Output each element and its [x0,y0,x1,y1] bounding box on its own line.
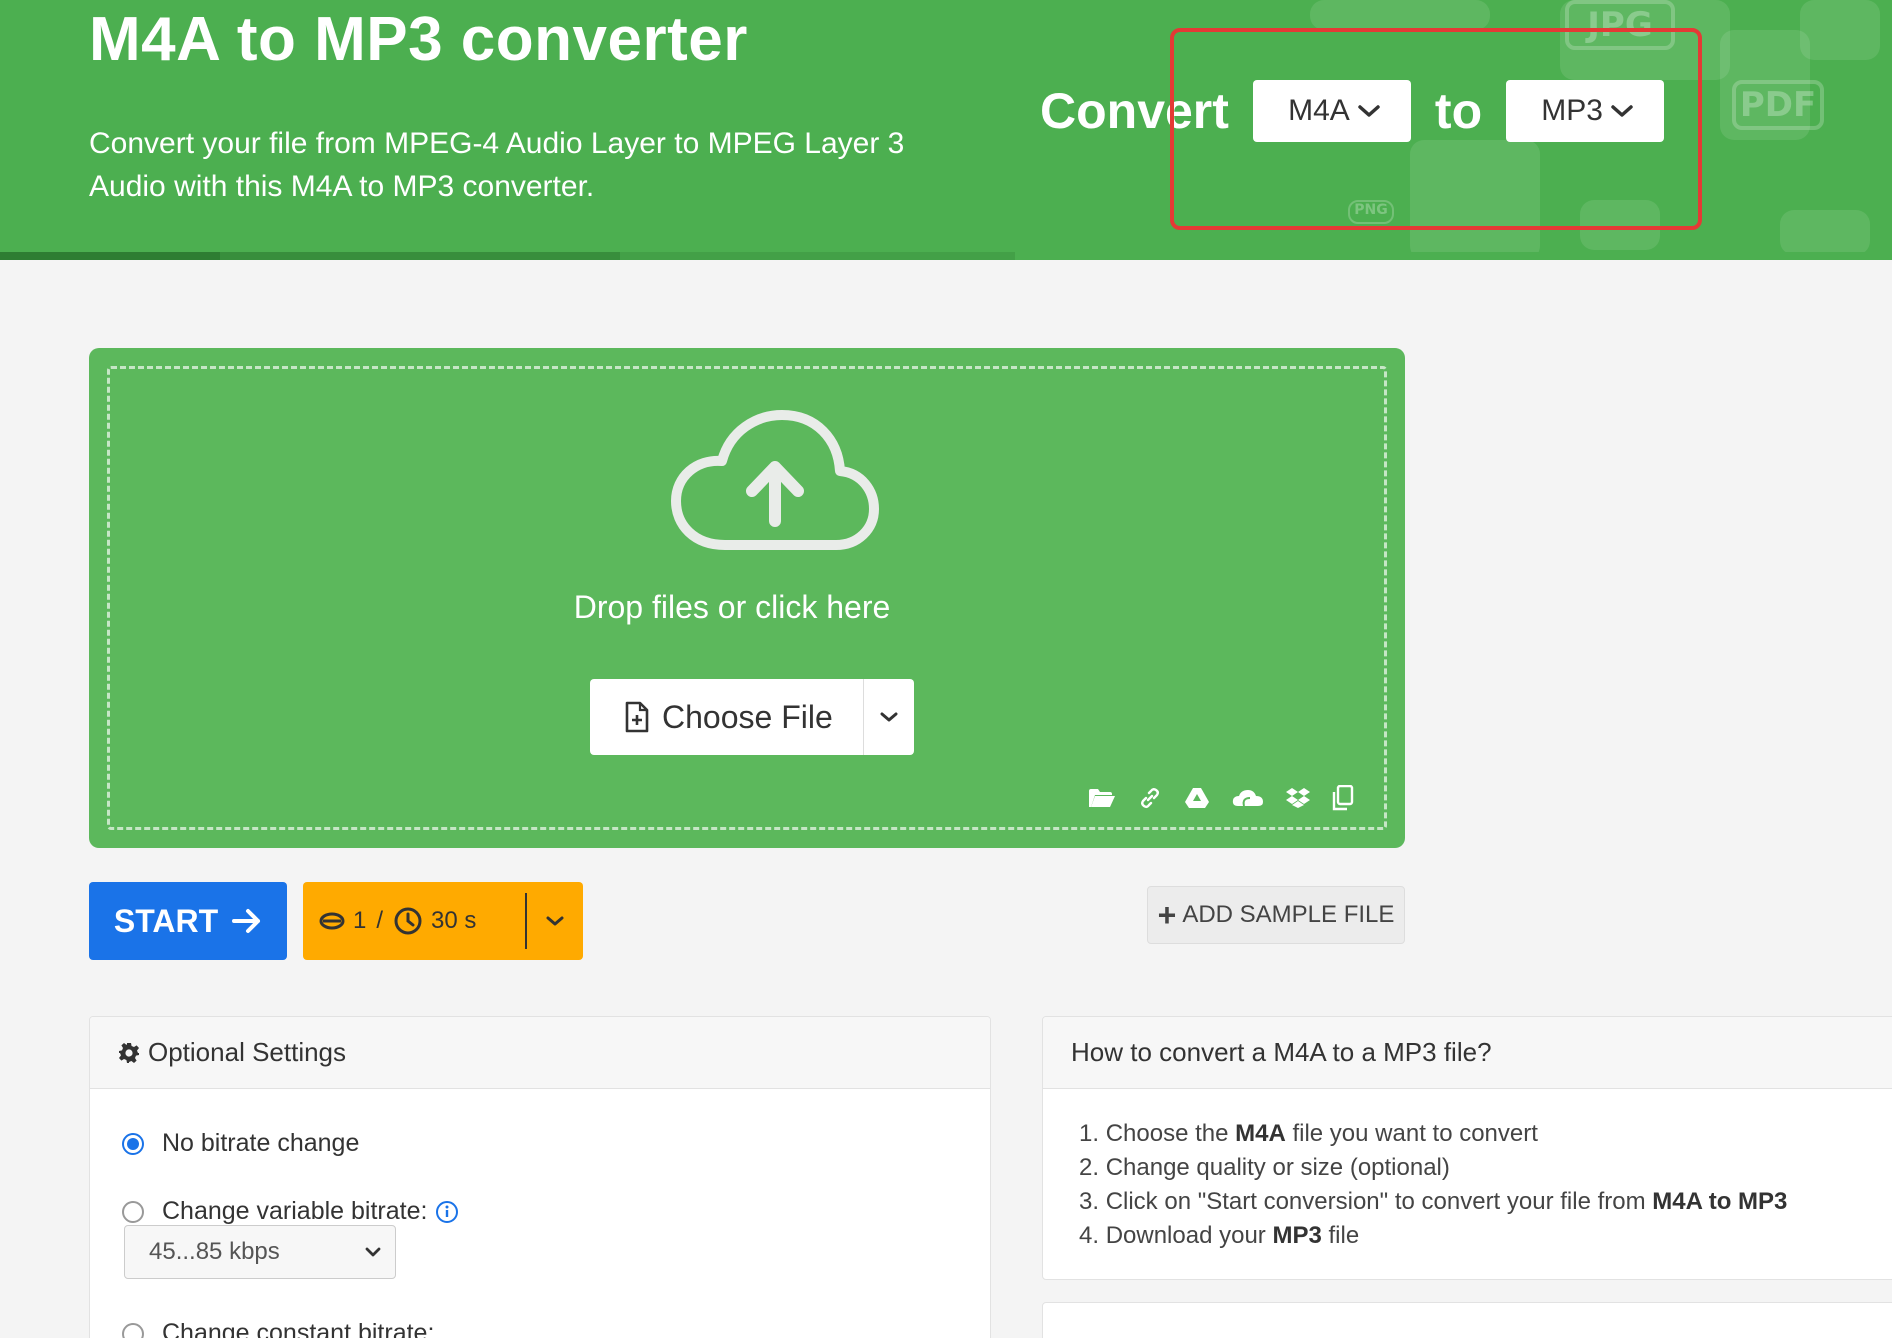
progress-segment [0,252,220,260]
option-label: Change constant bitrate: [162,1319,435,1338]
radio-button[interactable] [122,1200,144,1223]
coin-icon [319,912,345,930]
credits-count: 1 [353,907,367,934]
choose-file-label: Choose File [662,698,833,735]
radio-button[interactable] [122,1132,144,1155]
credits-dropdown-toggle[interactable] [527,914,583,928]
progress-segment [620,252,1015,260]
annotation-highlight-box [1170,28,1702,230]
chevron-down-icon [880,712,898,722]
list-item: 1. Choose the M4A file you want to conve… [1079,1120,1538,1147]
secondary-info-panel [1042,1302,1892,1338]
background-doc-shape [1780,210,1870,255]
dropzone-instruction: Drop files or click here [573,589,891,625]
how-to-title: How to convert a M4A to a MP3 file? [1071,1037,1492,1067]
no-bitrate-change-option[interactable]: No bitrate change [122,1129,359,1158]
choose-file-button[interactable]: Choose File [590,679,864,755]
list-item: 4. Download your MP3 file [1079,1222,1360,1249]
gear-icon [119,1042,139,1063]
conversion-credits-button[interactable]: 1 / 30 s [303,882,583,960]
cloud-upload-icon [671,410,879,550]
hero-header: JPG PDF PNG M4A to MP3 converter Convert… [0,0,1892,260]
panel-header: Optional Settings [90,1017,990,1089]
optional-settings-panel: Optional Settings No bitrate change Chan… [89,1016,991,1338]
credits-info: 1 / 30 s [303,893,527,949]
constant-bitrate-option[interactable]: Change constant bitrate: [122,1319,434,1338]
background-doc-shape [1800,0,1880,60]
option-label: No bitrate change [162,1129,360,1157]
credits-time: 30 s [431,907,477,934]
start-button[interactable]: START [89,882,287,960]
optional-settings-title: Optional Settings [148,1037,347,1067]
panel-header: How to convert a M4A to a MP3 file? [1043,1017,1892,1089]
onedrive-icon[interactable] [1232,788,1264,808]
header-progress-bar [0,252,1892,260]
choose-source-dropdown[interactable] [864,679,914,755]
pdf-watermark-icon: PDF [1732,80,1824,130]
progress-segment [220,252,620,260]
variable-bitrate-option[interactable]: Change variable bitrate: [122,1197,459,1226]
source-icons [1088,785,1354,811]
arrow-right-icon [232,909,261,933]
add-sample-file-button[interactable]: + ADD SAMPLE FILE [1147,886,1405,944]
page-title: M4A to MP3 converter [89,5,748,74]
info-icon[interactable] [435,1200,459,1224]
chevron-down-icon [546,916,564,926]
folder-icon[interactable] [1088,787,1116,809]
credits-separator: / [376,907,384,934]
list-item: 2. Change quality or size (optional) [1079,1154,1450,1181]
page-subtitle: Convert your file from MPEG-4 Audio Laye… [89,127,905,203]
background-doc-shape [1310,0,1490,30]
clipboard-icon[interactable] [1332,785,1354,811]
start-label: START [113,902,219,939]
add-sample-file-label: ADD SAMPLE FILE [1182,901,1395,928]
chevron-down-icon [365,1247,381,1257]
list-item: 3. Click on "Start conversion" to conver… [1079,1188,1788,1215]
google-drive-icon[interactable] [1184,786,1210,810]
how-to-steps: 1. Choose the M4A file you want to conve… [1079,1117,1787,1253]
option-label: Change variable bitrate: [162,1197,428,1225]
clock-icon [394,907,422,935]
dropbox-icon[interactable] [1286,787,1310,809]
how-to-panel: How to convert a M4A to a MP3 file? 1. C… [1042,1016,1892,1280]
variable-bitrate-select[interactable]: 45...85 kbps [124,1225,396,1279]
file-dropzone[interactable]: Drop files or click here Choose File [89,348,1405,848]
choose-file-group: Choose File [590,679,914,755]
dropzone-dashed-border: Drop files or click here Choose File [107,366,1387,830]
file-add-icon [625,701,649,733]
variable-bitrate-value: 45...85 kbps [149,1238,280,1265]
link-icon[interactable] [1138,786,1162,810]
plus-icon: + [1157,897,1177,933]
radio-button[interactable] [122,1322,144,1338]
